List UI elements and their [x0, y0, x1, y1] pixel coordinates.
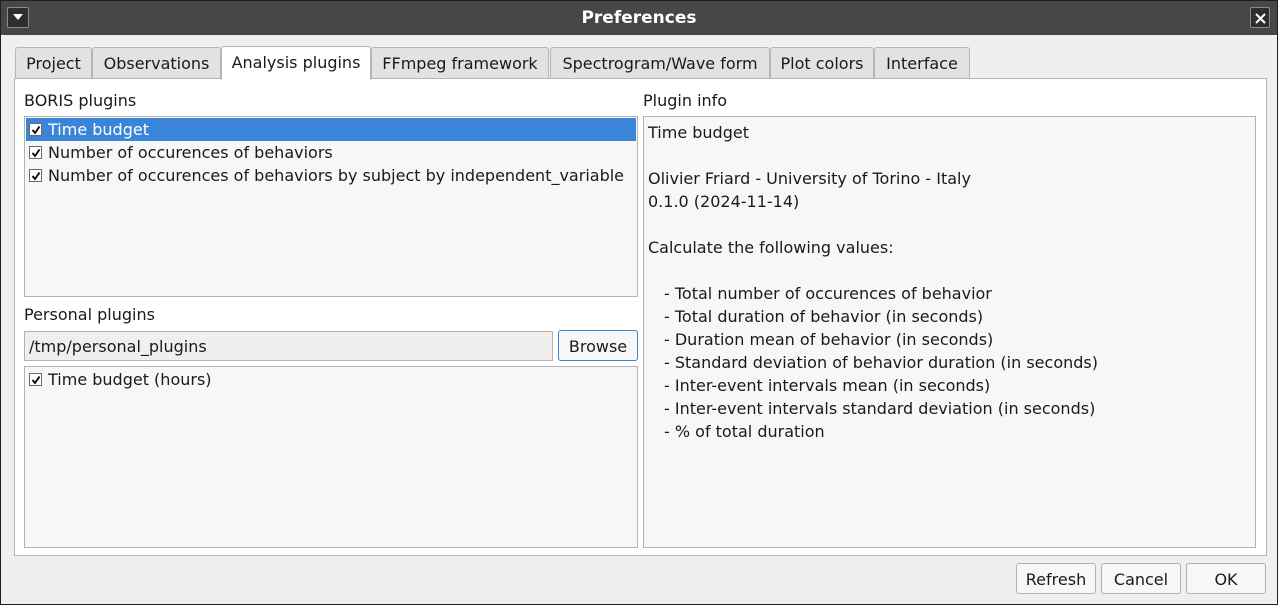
tab-spectrogram-wave-form[interactable]: Spectrogram/Wave form: [550, 47, 770, 78]
personal-plugins-path-field[interactable]: /tmp/personal_plugins: [24, 331, 553, 361]
close-icon: [1255, 13, 1266, 24]
plugin-value-line: - Inter-event intervals mean (in seconds…: [664, 376, 991, 395]
list-item-label: Number of occurences of behaviors by sub…: [48, 166, 625, 185]
tab-project[interactable]: Project: [15, 47, 92, 78]
list-item-label: Time budget: [48, 120, 149, 139]
plugin-value-line: - Total number of occurences of behavior: [664, 284, 992, 303]
checkbox[interactable]: [29, 146, 42, 159]
check-icon: [31, 171, 41, 181]
plugin-value-line: - Standard deviation of behavior duratio…: [664, 353, 1098, 372]
boris-plugins-list[interactable]: Time budget Number of occurences of beha…: [24, 116, 638, 297]
window-title: Preferences: [581, 8, 697, 28]
personal-plugins-list[interactable]: Time budget (hours): [24, 366, 638, 548]
tab-analysis-plugins[interactable]: Analysis plugins: [221, 46, 371, 80]
tab-ffmpeg-framework[interactable]: FFmpeg framework: [371, 47, 549, 78]
cancel-button[interactable]: Cancel: [1101, 563, 1181, 594]
list-item[interactable]: Number of occurences of behaviors by sub…: [26, 164, 636, 187]
checkbox[interactable]: [29, 373, 42, 386]
boris-plugins-label: BORIS plugins: [24, 91, 137, 110]
plugin-name: Time budget: [648, 123, 749, 142]
check-icon: [31, 125, 41, 135]
checkbox[interactable]: [29, 169, 42, 182]
check-icon: [31, 375, 41, 385]
tab-observations[interactable]: Observations: [92, 47, 221, 78]
tab-interface[interactable]: Interface: [874, 47, 970, 78]
browse-button[interactable]: Browse: [558, 330, 638, 361]
plugin-info-label: Plugin info: [643, 91, 728, 110]
plugin-info-text: Time budget Olivier Friard - University …: [643, 116, 1256, 548]
check-icon: [31, 148, 41, 158]
refresh-button[interactable]: Refresh: [1016, 563, 1096, 594]
analysis-plugins-panel: BORIS plugins Time budget Number of occu…: [14, 78, 1267, 556]
plugin-version: 0.1.0 (2024-11-14): [648, 192, 800, 211]
plugin-value-line: - Total duration of behavior (in seconds…: [664, 307, 984, 326]
plugin-value-line: - Duration mean of behavior (in seconds): [664, 330, 994, 349]
list-item-label: Time budget (hours): [48, 370, 212, 389]
preferences-window: Preferences Project Observations Analysi…: [0, 0, 1278, 605]
plugin-description: Calculate the following values:: [648, 238, 894, 257]
plugin-value-line: - % of total duration: [664, 422, 825, 441]
ok-button[interactable]: OK: [1186, 563, 1266, 594]
list-item[interactable]: Time budget (hours): [26, 368, 636, 391]
list-item[interactable]: Number of occurences of behaviors: [26, 141, 636, 164]
plugin-author: Olivier Friard - University of Torino - …: [648, 169, 971, 188]
checkbox[interactable]: [29, 123, 42, 136]
personal-plugins-label: Personal plugins: [24, 305, 155, 324]
title-bar: Preferences: [1, 1, 1277, 35]
list-item[interactable]: Time budget: [26, 118, 636, 141]
tab-plot-colors[interactable]: Plot colors: [770, 47, 874, 78]
list-item-label: Number of occurences of behaviors: [48, 143, 333, 162]
plugin-value-line: - Inter-event intervals standard deviati…: [664, 399, 1096, 418]
close-button[interactable]: [1250, 7, 1270, 28]
